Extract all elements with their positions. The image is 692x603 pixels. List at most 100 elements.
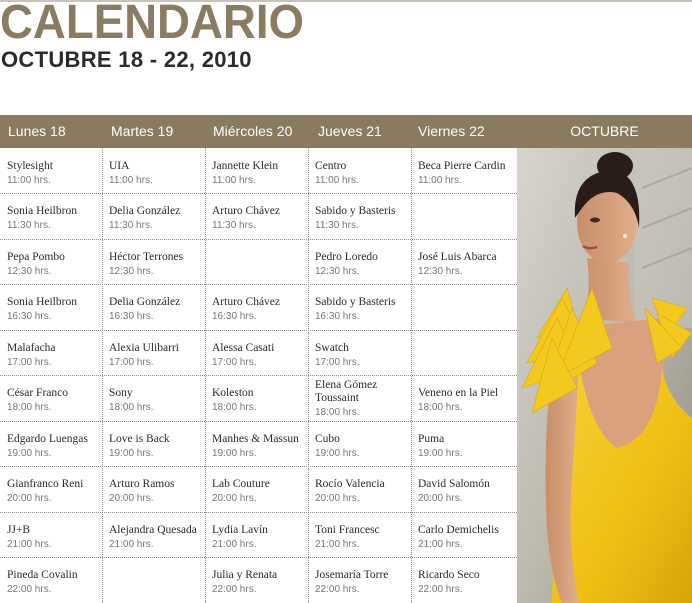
schedule-cell-tuesday: Love is Back 19:00 hrs.	[102, 421, 205, 466]
event-time: 19:00 hrs.	[212, 448, 257, 459]
event-name: Sonia Heilbron	[7, 296, 77, 308]
event-name: UIA	[109, 160, 130, 172]
event-time: 22:00 hrs.	[418, 584, 463, 595]
schedule-cell-friday	[411, 330, 517, 375]
event-name: Sabido y Basteris	[315, 296, 396, 308]
header-day-monday: Lunes 18	[8, 123, 66, 139]
event-name: Swatch	[315, 342, 349, 354]
event-time: 17:00 hrs.	[315, 357, 360, 368]
event-time: 11:00 hrs.	[418, 175, 462, 186]
event-time: 11:30 hrs.	[7, 220, 51, 231]
row-divider	[0, 466, 517, 467]
schedule-cell-tuesday: Héctor Terrones 12:30 hrs.	[102, 239, 205, 284]
event-name: Sabido y Basteris	[315, 205, 396, 217]
event-name: Lydia Lavín	[212, 524, 268, 536]
schedule-cell-monday: Gianfranco Reni 20:00 hrs.	[0, 466, 102, 512]
schedule-cell-wednesday: Arturo Chávez 16:30 hrs.	[205, 284, 308, 330]
schedule-cell-wednesday: Lab Couture 20:00 hrs.	[205, 466, 308, 512]
schedule-cell-friday: David Salomón 20:00 hrs.	[411, 466, 517, 512]
event-name: César Franco	[7, 387, 68, 399]
schedule-cell-thursday: Centro 11:00 hrs.	[308, 148, 411, 193]
schedule-cell-wednesday: Alessa Casati 17:00 hrs.	[205, 330, 308, 375]
event-time: 19:00 hrs.	[7, 448, 52, 459]
event-time: 11:00 hrs.	[7, 175, 51, 186]
event-time: 11:30 hrs.	[212, 220, 256, 231]
event-time: 12:30 hrs.	[315, 266, 360, 277]
event-name: Sony	[109, 387, 133, 399]
schedule-cell-wednesday: Arturo Chávez 11:30 hrs.	[205, 193, 308, 239]
event-name: Veneno en la Piel	[418, 387, 499, 399]
event-name: Sonia Heilbron	[7, 205, 77, 217]
event-name: Delia González	[109, 205, 181, 217]
event-name: Lab Couture	[212, 478, 270, 490]
event-time: 17:00 hrs.	[109, 357, 154, 368]
schedule-cell-monday: Sonia Heilbron 11:30 hrs.	[0, 193, 102, 239]
event-name: Malafacha	[7, 342, 56, 354]
event-name: Edgardo Luengas	[7, 433, 88, 445]
event-time: 12:30 hrs.	[7, 266, 52, 277]
event-name: Alexia Ulibarri	[109, 342, 179, 354]
schedule-cell-wednesday: Koleston 18:00 hrs.	[205, 375, 308, 421]
schedule-cell-monday: Malafacha 17:00 hrs.	[0, 330, 102, 375]
schedule-cell-monday: César Franco 18:00 hrs.	[0, 375, 102, 421]
event-name: Alejandra Quesada	[109, 524, 197, 536]
event-time: 20:00 hrs.	[109, 493, 154, 504]
model-photo	[517, 148, 692, 603]
schedule-cell-friday	[411, 284, 517, 330]
schedule-cell-tuesday: Alexia Ulibarri 17:00 hrs.	[102, 330, 205, 375]
event-time: 16:30 hrs.	[212, 311, 257, 322]
row-divider	[0, 239, 517, 240]
event-time: 18:00 hrs.	[109, 402, 154, 413]
calendar-header: Lunes 18 Martes 19 Miércoles 20 Jueves 2…	[0, 115, 692, 148]
row-divider	[0, 375, 517, 376]
event-name: Stylesight	[7, 160, 54, 172]
schedule-cell-friday: Carlo Demichelis 21:00 hrs.	[411, 512, 517, 557]
event-name: Delia González	[109, 296, 181, 308]
schedule-cell-thursday: Toni Francesc 21:00 hrs.	[308, 512, 411, 557]
event-name: Josemaría Torre	[315, 569, 389, 581]
event-time: 21:00 hrs.	[7, 539, 52, 550]
header-day-thursday: Jueves 21	[318, 123, 382, 139]
event-name: Elena Gómez Toussaint	[315, 379, 378, 404]
row-divider	[0, 421, 517, 422]
header-day-wednesday: Miércoles 20	[213, 123, 293, 139]
event-name: Arturo Chávez	[212, 205, 281, 217]
event-time: 21:00 hrs.	[315, 539, 360, 550]
schedule-cell-wednesday	[205, 239, 308, 284]
event-name: JJ+B	[7, 524, 31, 536]
schedule-cell-friday: Puma 19:00 hrs.	[411, 421, 517, 466]
event-name: Rocío Valencia	[315, 478, 385, 490]
event-time: 21:00 hrs.	[109, 539, 154, 550]
event-name: Alessa Casati	[212, 342, 275, 354]
event-time: 20:00 hrs.	[418, 493, 463, 504]
schedule-cell-thursday: Swatch 17:00 hrs.	[308, 330, 411, 375]
schedule-cell-tuesday: Sony 18:00 hrs.	[102, 375, 205, 421]
event-name: José Luis Abarca	[418, 251, 497, 263]
header-month: OCTUBRE	[570, 123, 639, 139]
event-time: 19:00 hrs.	[315, 448, 360, 459]
event-name: Puma	[418, 433, 445, 445]
event-time: 21:00 hrs.	[212, 539, 257, 550]
event-name: Jannette Klein	[212, 160, 279, 172]
schedule-cell-wednesday: Manhes & Massun 19:00 hrs.	[205, 421, 308, 466]
schedule-cell-monday: JJ+B 21:00 hrs.	[0, 512, 102, 557]
event-name: Manhes & Massun	[212, 433, 299, 445]
schedule-cell-thursday: Sabido y Basteris 16:30 hrs.	[308, 284, 411, 330]
header-day-friday: Viernes 22	[418, 123, 485, 139]
event-name: Pineda Covalin	[7, 569, 78, 581]
event-time: 19:00 hrs.	[418, 448, 463, 459]
schedule-cell-thursday: Josemaría Torre 22:00 hrs.	[308, 557, 411, 603]
schedule-cell-wednesday: Lydia Lavín 21:00 hrs.	[205, 512, 308, 557]
event-time: 12:30 hrs.	[418, 266, 463, 277]
event-name: Julia y Renata	[212, 569, 278, 581]
event-time: 12:30 hrs.	[109, 266, 154, 277]
event-name: Toni Francesc	[315, 524, 380, 536]
event-time: 11:30 hrs.	[315, 220, 359, 231]
row-divider	[0, 330, 517, 331]
event-name: Arturo Ramos	[109, 478, 175, 490]
page-subtitle: OCTUBRE 18 - 22, 2010	[1, 47, 252, 72]
schedule-cell-monday: Stylesight 11:00 hrs.	[0, 148, 102, 193]
event-name: Centro	[315, 160, 347, 172]
event-name: Koleston	[212, 387, 254, 399]
event-name: Gianfranco Reni	[7, 478, 84, 490]
